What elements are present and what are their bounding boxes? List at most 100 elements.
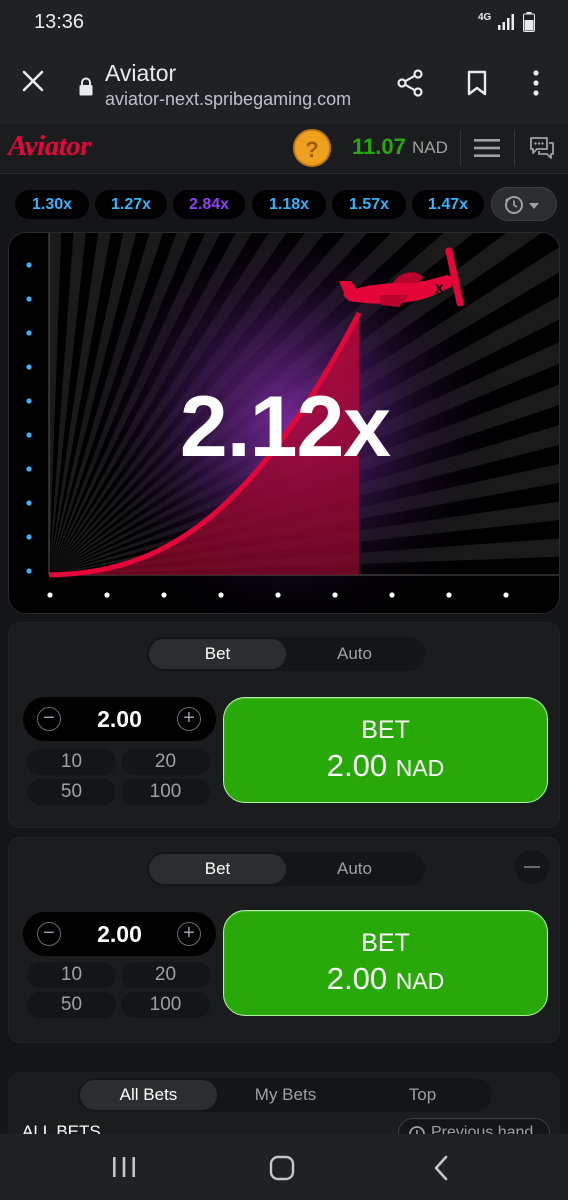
x-axis-dot	[47, 592, 53, 598]
bet-button-currency: NAD	[395, 755, 445, 781]
bet-amount-stepper: − 2.00 +	[23, 912, 216, 956]
bets-tabs: All Bets My Bets Top	[78, 1078, 492, 1112]
decrease-amount-button[interactable]: −	[37, 922, 61, 946]
back-icon[interactable]	[428, 1154, 456, 1182]
bet-button-amount: 2.00	[326, 961, 388, 996]
remove-panel-button[interactable]	[515, 850, 549, 884]
history-multiplier-value: 1.27x	[110, 196, 152, 213]
bet-mode-tabs: Bet Auto	[147, 852, 425, 886]
tab-top[interactable]: Top	[354, 1080, 491, 1110]
chat-icon[interactable]	[528, 134, 556, 162]
tab-auto[interactable]: Auto	[286, 639, 423, 669]
bet-amount-value[interactable]: 2.00	[63, 706, 176, 733]
tab-bet[interactable]: Bet	[149, 639, 286, 669]
tab-auto[interactable]: Auto	[286, 854, 423, 884]
lock-icon	[79, 77, 93, 96]
round-history-button[interactable]	[491, 187, 557, 221]
android-nav-bar	[0, 1134, 568, 1200]
increase-amount-button[interactable]: +	[177, 922, 201, 946]
place-bet-button[interactable]: BET 2.00 NAD	[223, 697, 548, 803]
quick-amount-button[interactable]: 10	[27, 749, 116, 775]
bet-button-amount-line: 2.00 NAD	[224, 961, 547, 997]
game-header: Aviator ? 11.07 NAD	[0, 124, 568, 174]
x-axis-dot	[275, 592, 281, 598]
quick-amount-button[interactable]: 100	[121, 992, 210, 1018]
close-icon[interactable]	[20, 68, 46, 94]
history-multiplier-value: 1.18x	[268, 196, 310, 213]
increase-amount-button[interactable]: +	[177, 707, 201, 731]
quick-amount-button[interactable]: 20	[121, 749, 210, 775]
x-axis-dot	[446, 592, 452, 598]
history-multiplier: 1.57x	[332, 190, 406, 219]
multiplier-history: 1.30x 1.27x 2.84x 1.18x 1.57x 1.47x	[0, 174, 568, 230]
browser-page-title: Aviator	[105, 60, 177, 86]
current-multiplier: 2.12x	[179, 379, 391, 475]
status-bar: 13:36 4G	[0, 0, 568, 44]
bet-button-currency: NAD	[395, 968, 445, 994]
x-axis-dot	[104, 592, 110, 598]
bet-button-label: BET	[361, 929, 410, 957]
share-icon[interactable]	[396, 69, 424, 97]
bet-button-label: BET	[361, 716, 410, 744]
quick-amount-button[interactable]: 100	[121, 779, 210, 805]
y-axis-dot	[26, 500, 32, 506]
balance-currency: NAD	[412, 138, 448, 157]
x-axis-dot	[389, 592, 395, 598]
game-canvas: X 2.12x	[8, 232, 560, 614]
bet-mode-tabs: Bet Auto	[147, 637, 425, 671]
bookmark-icon[interactable]	[464, 69, 490, 97]
y-axis-dot	[26, 296, 32, 302]
header-divider	[514, 130, 515, 166]
history-multiplier-value: 1.30x	[31, 196, 73, 213]
quick-amount-button[interactable]: 50	[27, 992, 116, 1018]
quick-amount-button[interactable]: 50	[27, 779, 116, 805]
history-multiplier: 1.18x	[252, 190, 326, 219]
y-axis-dot	[26, 262, 32, 268]
network-type: 4G	[478, 12, 492, 23]
bet-panel-1: Bet Auto − 2.00 + 10 20 50 100 BET 2.00 …	[8, 622, 560, 828]
home-icon[interactable]	[268, 1154, 296, 1182]
signal-icon	[498, 14, 514, 30]
quick-amount-button[interactable]: 10	[27, 962, 116, 988]
y-axis-dot	[26, 568, 32, 574]
bet-amount-stepper: − 2.00 +	[23, 697, 216, 741]
tab-my-bets[interactable]: My Bets	[217, 1080, 354, 1110]
history-multiplier: 2.84x	[173, 190, 245, 219]
minus-icon	[524, 866, 540, 868]
recent-apps-icon[interactable]	[110, 1154, 138, 1180]
more-options-icon[interactable]	[526, 69, 546, 97]
y-axis-dot	[26, 534, 32, 540]
battery-icon	[523, 12, 535, 32]
history-multiplier: 1.47x	[412, 190, 484, 219]
bet-amount-value[interactable]: 2.00	[63, 921, 176, 948]
browser-url[interactable]: aviator-next.spribegaming.com	[105, 89, 351, 110]
svg-text:X: X	[435, 281, 444, 296]
history-multiplier-value: 2.84x	[188, 196, 230, 213]
quick-amount-button[interactable]: 20	[121, 962, 210, 988]
x-axis-dot	[218, 592, 224, 598]
aviator-logo: Aviator	[8, 130, 91, 162]
history-multiplier: 1.30x	[15, 190, 89, 219]
bet-button-amount: 2.00	[326, 748, 388, 783]
place-bet-button[interactable]: BET 2.00 NAD	[223, 910, 548, 1016]
status-time: 13:36	[34, 11, 85, 33]
hamburger-menu-icon[interactable]	[474, 137, 500, 159]
tab-bet[interactable]: Bet	[149, 854, 286, 884]
history-multiplier-value: 1.47x	[427, 196, 469, 213]
tab-all-bets[interactable]: All Bets	[80, 1080, 217, 1110]
header-divider	[460, 130, 461, 166]
x-axis-dot	[332, 592, 338, 598]
history-multiplier: 1.27x	[95, 190, 167, 219]
help-button[interactable]: ?	[293, 129, 331, 167]
y-axis-dot	[26, 364, 32, 370]
browser-toolbar: Aviator aviator-next.spribegaming.com	[0, 44, 568, 124]
history-clock-icon	[505, 196, 539, 214]
y-axis-dot	[26, 330, 32, 336]
bet-button-amount-line: 2.00 NAD	[224, 748, 547, 784]
history-multiplier-value: 1.57x	[348, 196, 390, 213]
decrease-amount-button[interactable]: −	[37, 707, 61, 731]
x-axis-dot	[161, 592, 167, 598]
x-axis-dot	[503, 592, 509, 598]
balance-amount: 11.07	[352, 134, 406, 159]
bet-panel-2: Bet Auto − 2.00 + 10 20 50 100 BET 2.00 …	[8, 837, 560, 1043]
